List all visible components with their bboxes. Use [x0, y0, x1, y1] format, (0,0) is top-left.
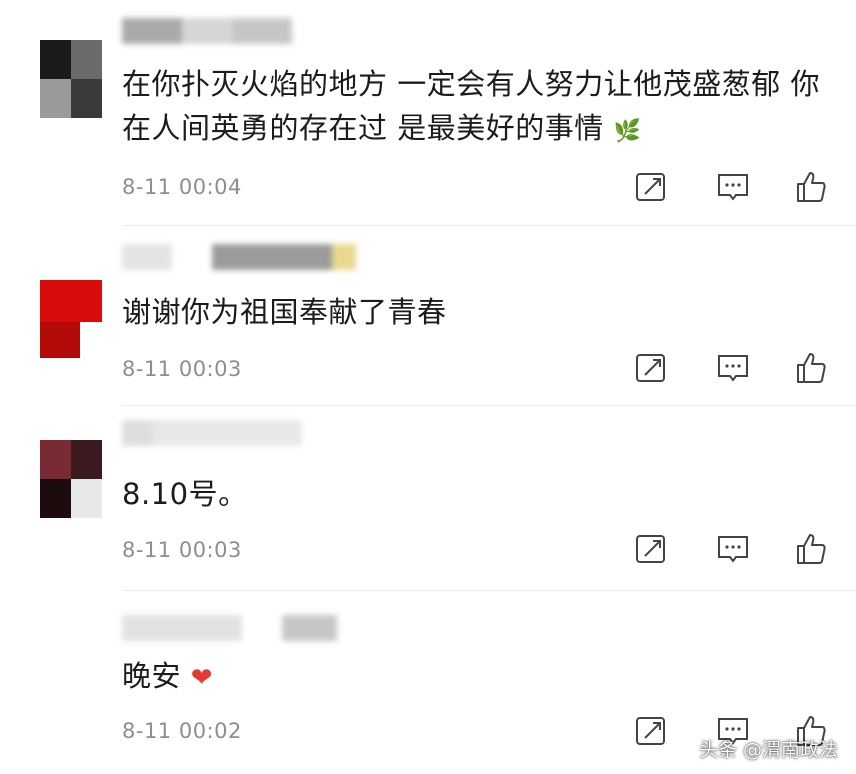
comment-text-content: 谢谢你为祖国奉献了青春	[122, 295, 447, 329]
avatar[interactable]	[40, 280, 102, 358]
watermark: 头条 @渭南政法	[698, 739, 838, 761]
comment-timestamp: 8-11 00:03	[122, 357, 242, 381]
avatar[interactable]	[40, 40, 102, 118]
username-blurred[interactable]	[122, 615, 337, 641]
comment-text-content: 8.10号。	[122, 477, 248, 511]
divider	[122, 225, 856, 226]
leaf-icon: 🌿	[613, 119, 642, 144]
comment-text-content: 晚安	[122, 659, 182, 693]
comment-actions	[634, 532, 834, 568]
comment-icon[interactable]	[716, 532, 750, 566]
repost-icon[interactable]	[634, 170, 668, 204]
like-icon[interactable]	[794, 532, 828, 566]
comment-feed: 在你扑灭火焰的地方 一定会有人努力让他茂盛葱郁 你在人间英勇的存在过 是最美好的…	[0, 0, 856, 774]
repost-icon[interactable]	[634, 532, 668, 566]
repost-icon[interactable]	[634, 714, 668, 748]
comment-text-content: 在你扑灭火焰的地方 一定会有人努力让他茂盛葱郁 你在人间英勇的存在过 是最美好的…	[122, 67, 820, 145]
comment-icon[interactable]	[716, 170, 750, 204]
avatar[interactable]	[40, 440, 102, 518]
comment-timestamp: 8-11 00:02	[122, 719, 242, 743]
comment-timestamp: 8-11 00:03	[122, 538, 242, 562]
username-blurred[interactable]	[122, 18, 292, 44]
divider	[122, 405, 856, 406]
comment-icon[interactable]	[716, 351, 750, 385]
divider	[122, 590, 856, 591]
username-blurred[interactable]	[122, 244, 372, 270]
comment-text: 谢谢你为祖国奉献了青春	[122, 290, 842, 334]
comment-text: 在你扑灭火焰的地方 一定会有人努力让他茂盛葱郁 你在人间英勇的存在过 是最美好的…	[122, 62, 842, 154]
heart-icon: ❤	[190, 663, 214, 693]
comment-actions	[634, 351, 834, 387]
username-blurred[interactable]	[122, 420, 302, 446]
like-icon[interactable]	[794, 351, 828, 385]
comment-text: 8.10号。	[122, 472, 842, 516]
repost-icon[interactable]	[634, 351, 668, 385]
comment-timestamp: 8-11 00:04	[122, 175, 242, 199]
comment-actions	[634, 170, 834, 206]
like-icon[interactable]	[794, 170, 828, 204]
comment-text: 晚安 ❤	[122, 654, 842, 700]
